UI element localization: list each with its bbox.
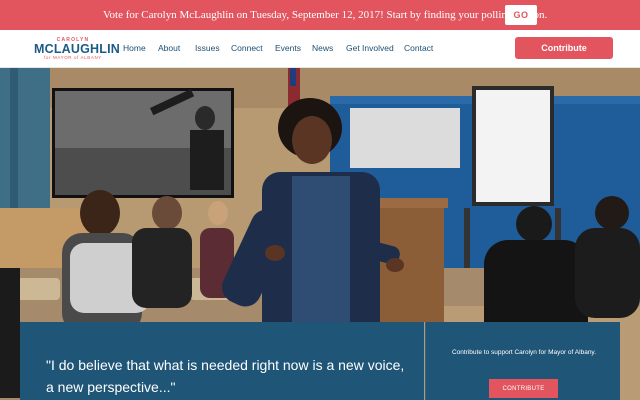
- nav-about[interactable]: About: [158, 43, 180, 53]
- donate-panel: Contribute to support Carolyn for Mayor …: [425, 322, 620, 400]
- logo-last-name: MCLAUGHLIN: [34, 42, 121, 56]
- go-button[interactable]: GO: [505, 5, 537, 25]
- nav-connect[interactable]: Connect: [231, 43, 263, 53]
- election-alert-bar: Vote for Carolyn McLaughlin on Tuesday, …: [0, 0, 640, 30]
- nav-get-involved[interactable]: Get Involved: [346, 43, 394, 53]
- campaign-logo[interactable]: CAROLYN MCLAUGHLIN for MAYOR of ALBANY: [34, 38, 121, 62]
- donate-contribute-button[interactable]: CONTRIBUTE: [489, 379, 558, 398]
- contribute-button[interactable]: Contribute: [515, 37, 613, 59]
- campaign-quote: "I do believe that what is needed right …: [46, 357, 405, 395]
- nav-news[interactable]: News: [312, 43, 333, 53]
- quote-panel: "I do believe that what is needed right …: [20, 322, 424, 400]
- nav-issues[interactable]: Issues: [195, 43, 220, 53]
- main-navbar: CAROLYN MCLAUGHLIN for MAYOR of ALBANY H…: [0, 30, 640, 68]
- nav-home[interactable]: Home: [123, 43, 146, 53]
- nav-contact[interactable]: Contact: [404, 43, 433, 53]
- alert-message: Vote for Carolyn McLaughlin on Tuesday, …: [103, 9, 548, 21]
- donate-message: Contribute to support Carolyn for Mayor …: [451, 349, 597, 356]
- logo-subtitle: for MAYOR of ALBANY: [44, 55, 102, 60]
- nav-events[interactable]: Events: [275, 43, 301, 53]
